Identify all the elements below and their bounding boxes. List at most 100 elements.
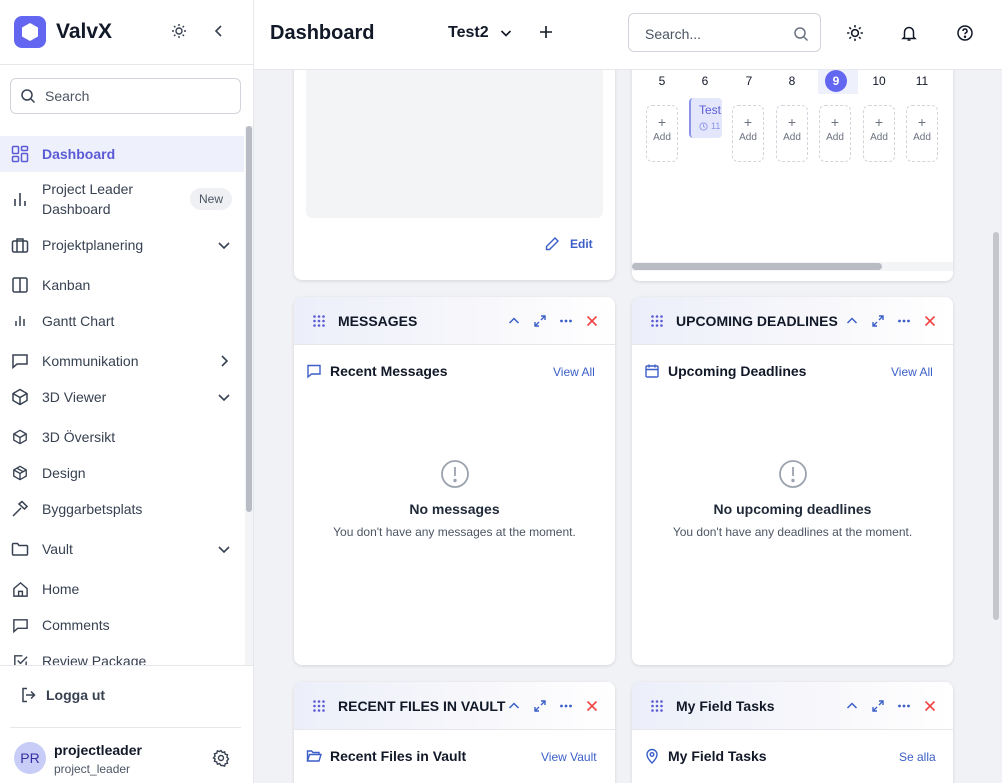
sidebar-item-home[interactable]: Home <box>0 570 244 608</box>
sidebar-item-dashboard[interactable]: Dashboard <box>0 136 244 172</box>
sidebar-item-label-line2: Dashboard <box>42 201 111 217</box>
sidebar-search-input[interactable]: Search <box>10 78 241 114</box>
view-vault-link[interactable]: View Vault <box>541 750 597 764</box>
more-options-icon[interactable] <box>897 314 911 328</box>
gear-icon[interactable] <box>212 749 230 767</box>
add-event-slot[interactable]: + Add <box>776 105 808 162</box>
sidebar-item-design[interactable]: Design <box>0 454 244 492</box>
notes-content-area <box>306 70 603 218</box>
chevron-up-icon[interactable] <box>507 314 521 328</box>
more-options-icon[interactable] <box>897 699 911 713</box>
sidebar-item-projektplanering[interactable]: Projektplanering <box>0 226 244 264</box>
view-all-link[interactable]: View All <box>891 365 933 379</box>
calendar-day-today[interactable]: 9 <box>825 70 847 92</box>
empty-text: You don't have any messages at the momen… <box>333 525 576 539</box>
messages-widget: MESSAGES Recent Messages View All No mes… <box>294 297 615 665</box>
chevron-up-icon[interactable] <box>845 699 859 713</box>
close-icon[interactable] <box>923 699 937 713</box>
help-icon[interactable] <box>956 24 974 42</box>
sidebar-item-project-leader-dashboard[interactable]: Project Leader Dashboard New <box>0 176 244 222</box>
add-event-slot[interactable]: + Add <box>863 105 895 162</box>
view-all-link[interactable]: View All <box>553 365 595 379</box>
recent-files-widget: RECENT FILES IN VAULT Recent Files in Va… <box>294 682 615 783</box>
main-scrollbar-thumb[interactable] <box>993 232 999 620</box>
collapse-sidebar-icon[interactable] <box>208 20 230 42</box>
alert-circle-icon <box>440 460 469 488</box>
calendar-day[interactable]: 6 <box>694 70 716 92</box>
add-event-slot[interactable]: + Add <box>819 105 851 162</box>
add-event-slot[interactable]: + Add <box>732 105 764 162</box>
logout-label: Logga ut <box>46 687 106 703</box>
close-icon[interactable] <box>585 314 599 328</box>
more-options-icon[interactable] <box>559 699 573 713</box>
widget-title: RECENT FILES IN VAULT <box>338 698 506 714</box>
sidebar-item-label: Project Leader <box>42 181 134 197</box>
sidebar-item-kanban[interactable]: Kanban <box>0 266 244 304</box>
edit-label: Edit <box>570 237 593 251</box>
add-event-slot[interactable]: + Add <box>906 105 938 162</box>
sidebar-scrollbar[interactable] <box>245 126 253 665</box>
cube-small-icon <box>10 427 30 447</box>
chevron-up-icon[interactable] <box>507 699 521 713</box>
calendar-day[interactable]: 11 <box>911 70 933 92</box>
sidebar-item-gantt-chart[interactable]: Gantt Chart <box>0 302 244 340</box>
brand[interactable]: ValvX <box>14 16 112 48</box>
expand-icon[interactable] <box>871 699 885 713</box>
calendar-day[interactable]: 8 <box>781 70 803 92</box>
sidebar-footer: Logga ut PR projectleader project_leader <box>0 665 253 783</box>
edit-button[interactable]: Edit <box>544 236 593 252</box>
sidebar-scrollbar-thumb[interactable] <box>246 126 252 512</box>
calendar-day[interactable]: 10 <box>868 70 890 92</box>
bell-icon[interactable] <box>900 24 918 42</box>
sidebar-item-review-package[interactable]: Review Package <box>0 642 244 665</box>
plus-icon: + <box>830 114 840 130</box>
scrollbar-thumb[interactable] <box>632 263 882 270</box>
calendar-day[interactable]: 5 <box>651 70 673 92</box>
more-options-icon[interactable] <box>559 314 573 328</box>
drag-handle-icon[interactable] <box>650 699 664 713</box>
calendar-day[interactable]: 7 <box>738 70 760 92</box>
cube-icon <box>10 387 30 407</box>
event-title: Test <box>699 103 722 117</box>
calendar-icon <box>645 364 659 378</box>
add-event-slot[interactable]: + Add <box>646 105 678 162</box>
dashboard-content: Edit 5 6 7 8 9 10 11 + Add Test 11 + Add +… <box>254 70 1002 783</box>
sidebar-item-3d-viewer[interactable]: 3D Viewer <box>0 378 244 416</box>
empty-title: No upcoming deadlines <box>713 501 872 517</box>
close-icon[interactable] <box>585 699 599 713</box>
calendar-widget: 5 6 7 8 9 10 11 + Add Test 11 + Add + Add +… <box>632 70 953 281</box>
plus-icon[interactable] <box>538 24 554 40</box>
avatar[interactable]: PR <box>14 742 46 774</box>
sidebar-item-3d-oversikt[interactable]: 3D Översikt <box>0 418 244 456</box>
add-label: Add <box>913 132 931 143</box>
plus-icon: + <box>743 114 753 130</box>
bar-chart-icon <box>10 189 30 209</box>
box-icon <box>10 463 30 483</box>
sidebar-item-byggarbetsplats[interactable]: Byggarbetsplats <box>0 490 244 528</box>
see-all-link[interactable]: Se alla <box>899 750 936 764</box>
project-selector[interactable]: Test2 <box>448 24 513 42</box>
sun-icon[interactable] <box>168 20 190 42</box>
calendar-event[interactable]: Test 11 <box>689 98 722 138</box>
drag-handle-icon[interactable] <box>312 314 326 328</box>
close-icon[interactable] <box>923 314 937 328</box>
widget-header: RECENT FILES IN VAULT <box>294 682 615 730</box>
widget-title: MESSAGES <box>338 313 418 329</box>
drag-handle-icon[interactable] <box>650 314 664 328</box>
logout-icon <box>22 687 36 703</box>
drag-handle-icon[interactable] <box>312 699 326 713</box>
sidebar-item-comments[interactable]: Comments <box>0 606 244 644</box>
main-scrollbar[interactable] <box>990 70 1002 783</box>
sun-icon[interactable] <box>846 24 864 42</box>
calendar-horizontal-scrollbar[interactable] <box>632 262 953 271</box>
expand-icon[interactable] <box>533 314 547 328</box>
top-search-input[interactable]: Search... <box>628 13 821 52</box>
folder-icon <box>10 539 30 559</box>
expand-icon[interactable] <box>871 314 885 328</box>
logout-button[interactable]: Logga ut <box>20 686 105 704</box>
sidebar-item-vault[interactable]: Vault <box>0 530 244 568</box>
plus-icon: + <box>917 114 927 130</box>
chevron-up-icon[interactable] <box>845 314 859 328</box>
expand-icon[interactable] <box>533 699 547 713</box>
sidebar-item-kommunikation[interactable]: Kommunikation <box>0 342 244 380</box>
